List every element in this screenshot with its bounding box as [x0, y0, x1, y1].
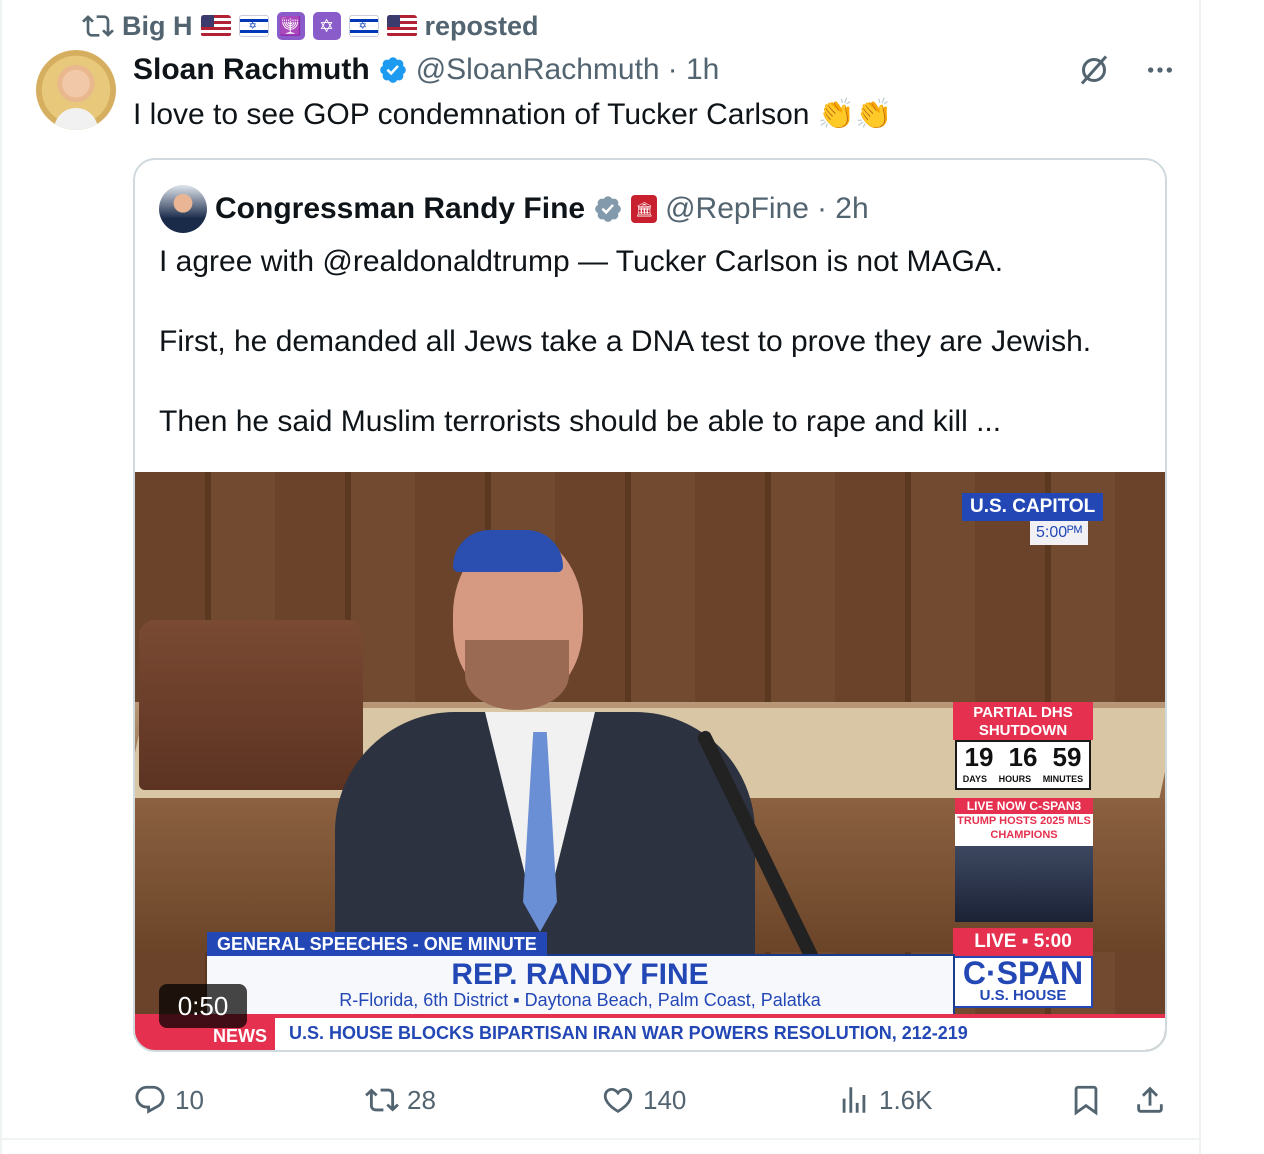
quoted-display-name[interactable]: Congressman Randy Fine: [215, 192, 585, 226]
ticker-text: U.S. HOUSE BLOCKS BIPARTISAN IRAN WAR PO…: [289, 1023, 968, 1043]
video-chair: [139, 620, 363, 790]
live-now-subtitle: TRUMP HOSTS 2025 MLS CHAMPIONS: [955, 814, 1093, 846]
repost-count: 28: [407, 1084, 436, 1115]
live-now-label: LIVE NOW C-SPAN3: [955, 798, 1093, 814]
star-of-david-icon: ✡: [312, 12, 341, 40]
quoted-paragraph: I agree with @realdonaldtrump — Tucker C…: [159, 245, 1004, 278]
quoted-handle[interactable]: @RepFine: [665, 192, 809, 226]
views-button[interactable]: 1.6K: [837, 1078, 933, 1122]
live-bar: LIVE ▪ 5:00: [953, 928, 1093, 956]
repost-context[interactable]: Big H ✡ 🕎 ✡ ✡ reposted: [82, 8, 539, 44]
israel-flag-icon: ✡: [238, 15, 269, 37]
speaker-name: REP. RANDY FINE: [451, 958, 709, 991]
video-player[interactable]: U.S. CAPITOL 5:00ᴾᴹ PARTIAL DHS SHUTDOWN…: [135, 472, 1165, 1050]
government-affiliation-icon[interactable]: 🏛: [631, 195, 658, 223]
dhs-minutes: 59: [1052, 742, 1082, 772]
segment-label: GENERAL SPEECHES - ONE MINUTE: [207, 932, 547, 956]
news-ticker: NEWS U.S. HOUSE BLOCKS BIPARTISAN IRAN W…: [135, 1014, 1165, 1050]
quoted-post[interactable]: Congressman Randy Fine 🏛 @RepFine · 2h I…: [133, 158, 1167, 1052]
dhs-days: 19: [964, 742, 994, 772]
left-border: [0, 0, 2, 1154]
analytics-icon: [842, 1087, 866, 1113]
author-handle[interactable]: @SloanRachmuth: [416, 53, 660, 87]
quoted-paragraph: Then he said Muslim terrorists should be…: [159, 405, 1002, 438]
quoted-author-header: Congressman Randy Fine 🏛 @RepFine · 2h: [159, 184, 869, 234]
verified-badge-icon[interactable]: [378, 55, 408, 85]
tweet-text: I love to see GOP condemnation of Tucker…: [133, 98, 893, 131]
view-count: 1.6K: [879, 1084, 933, 1115]
bookmark-icon: [1074, 1085, 1098, 1116]
us-flag-icon: [386, 15, 417, 37]
dhs-days-label: DAYS: [962, 774, 987, 784]
quoted-text: I agree with @realdonaldtrump — Tucker C…: [159, 242, 1139, 482]
quoted-author-avatar[interactable]: [159, 185, 207, 233]
dhs-countdown: 19 16 59 DAYS HOURS MINUTES: [955, 740, 1091, 790]
israel-flag-icon: ✡: [348, 15, 379, 37]
dhs-minutes-label: MINUTES: [1042, 774, 1084, 784]
grok-icon[interactable]: [1074, 50, 1114, 90]
like-count: 140: [643, 1084, 687, 1115]
location-label: U.S. CAPITOL: [962, 493, 1104, 521]
repost-button[interactable]: 28: [365, 1078, 436, 1122]
cspan-wordmark: C·SPAN: [962, 955, 1084, 991]
author-display-name[interactable]: Sloan Rachmuth: [133, 53, 370, 87]
action-bar: 10 28 140 1.6K: [133, 1078, 1167, 1122]
reply-icon: [135, 1085, 165, 1114]
reply-button[interactable]: 10: [133, 1078, 204, 1122]
author-avatar[interactable]: [36, 50, 116, 130]
us-flag-icon: [200, 15, 231, 37]
share-button[interactable]: [1133, 1078, 1167, 1122]
quoted-paragraph: First, he demanded all Jews take a DNA t…: [159, 325, 1092, 358]
like-button[interactable]: 140: [601, 1078, 686, 1122]
cspan-logo: C·SPAN U.S. HOUSE: [953, 956, 1093, 1008]
bottom-divider: [0, 1138, 1201, 1140]
post-time[interactable]: · 1h: [668, 53, 720, 87]
repost-label: reposted: [424, 10, 539, 41]
quoted-post-time[interactable]: · 2h: [817, 192, 869, 226]
dhs-hours: 16: [1008, 742, 1038, 772]
heart-icon: [603, 1087, 633, 1113]
bookmark-button[interactable]: [1069, 1078, 1103, 1122]
video-duration: 0:50: [159, 984, 247, 1028]
header-actions: [1074, 50, 1180, 90]
menorah-icon: 🕎: [276, 12, 305, 40]
location-time: 5:00ᴾᴹ: [1030, 521, 1088, 545]
verified-gray-badge-icon[interactable]: [593, 194, 623, 224]
more-options-icon[interactable]: [1140, 50, 1180, 90]
dhs-hours-label: HOURS: [998, 774, 1032, 784]
author-header: Sloan Rachmuth @SloanRachmuth · 1h: [133, 50, 719, 90]
reply-count: 10: [175, 1084, 204, 1115]
picture-in-picture: [955, 846, 1093, 922]
share-icon: [1137, 1086, 1163, 1113]
right-border: [1199, 0, 1201, 1154]
repost-user[interactable]: Big H: [122, 11, 193, 42]
repost-icon: [82, 15, 114, 37]
dhs-shutdown-label: PARTIAL DHS SHUTDOWN: [953, 702, 1093, 740]
repost-icon: [365, 1088, 399, 1112]
speaker-subtitle: R-Florida, 6th District ▪ Daytona Beach,…: [339, 990, 821, 1010]
